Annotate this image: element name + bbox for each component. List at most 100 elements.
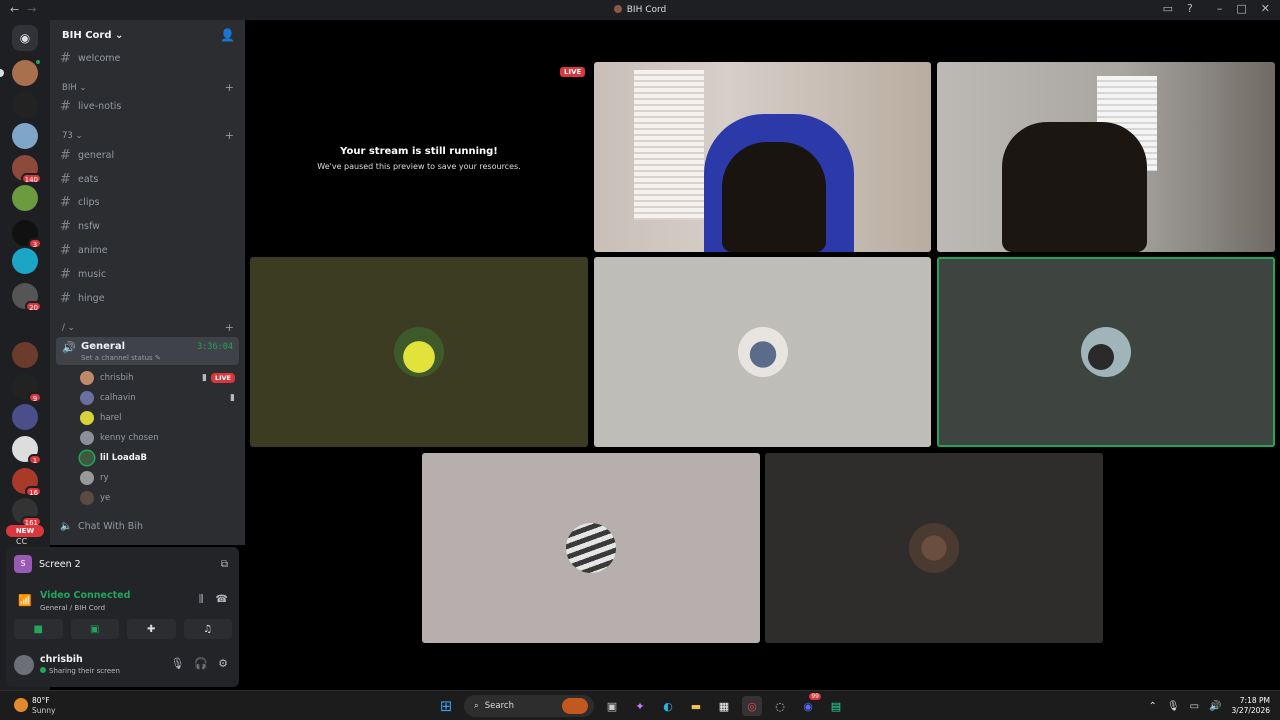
voice-user[interactable]: harel [80, 409, 235, 427]
avatar [1081, 327, 1131, 377]
add-channel-icon[interactable]: + [225, 81, 234, 94]
edge-icon[interactable]: ◐ [658, 696, 678, 716]
channel-anime[interactable]: # anime [60, 240, 240, 260]
noise-suppression-icon[interactable]: ⫼ [199, 594, 204, 605]
channel-eats[interactable]: # eats [60, 169, 240, 189]
add-channel-icon[interactable]: + [225, 129, 234, 142]
activities-button[interactable]: ✚ [127, 619, 176, 639]
server-icon[interactable] [12, 185, 38, 211]
voice-user[interactable]: ry [80, 469, 235, 487]
channel-sidebar: BIH Cord ⌄ 👤 # welcome BIH ⌄ + # live-notis… [50, 20, 245, 545]
hash-icon: # [60, 218, 71, 234]
channel-live-notis[interactable]: # live-notis [60, 96, 240, 116]
clock-date: 3/27/2026 [1231, 706, 1270, 715]
category-label: BIH [62, 83, 77, 93]
category-slash[interactable]: / ⌄ + [62, 321, 234, 334]
help-icon[interactable]: ? [1187, 2, 1193, 15]
channel-welcome[interactable]: # welcome [60, 48, 240, 68]
server-icon[interactable]: 140 [12, 155, 42, 184]
server-icon[interactable]: 20 [12, 283, 42, 312]
server-icon[interactable]: 9 [12, 374, 42, 403]
discord-home-icon[interactable]: ◉ [12, 25, 38, 51]
screen-share-button[interactable]: ▣ [70, 619, 119, 639]
camera-button[interactable]: ■ [14, 619, 63, 639]
stream-paused-tile[interactable]: Your stream is still running! We've paus… [250, 62, 588, 252]
weather-temp: 80°F [32, 696, 50, 705]
server-icon[interactable]: 16 [12, 468, 42, 497]
avatar[interactable] [14, 655, 34, 675]
video-tile-avatar-speaking[interactable] [937, 257, 1275, 447]
signal-icon[interactable]: 📶 [18, 594, 32, 607]
file-explorer-icon[interactable]: ▬ [686, 696, 706, 716]
inbox-icon[interactable]: ▭ [1163, 2, 1173, 15]
add-channel-icon[interactable]: + [225, 321, 234, 334]
server-icon[interactable] [12, 342, 38, 368]
video-tile-camera[interactable] [937, 62, 1275, 252]
video-tile-camera[interactable] [594, 62, 931, 252]
category-bih[interactable]: BIH ⌄ + [62, 81, 234, 94]
connection-location[interactable]: General / BIH Cord [40, 604, 105, 612]
voice-user[interactable]: kenny chosen [80, 429, 235, 447]
store-icon[interactable]: ▦ [714, 696, 734, 716]
app-icon[interactable]: ▤ [826, 696, 846, 716]
server-icon[interactable]: 1 [12, 436, 42, 465]
headphones-icon[interactable]: 🎧 [194, 657, 208, 670]
voice-user[interactable]: ye [80, 489, 235, 507]
clock[interactable]: 7:18 PM 3/27/2026 [1232, 696, 1270, 716]
add-user-icon[interactable]: 👤 [220, 28, 235, 42]
volume-icon[interactable]: 🔊 [1209, 701, 1221, 712]
voice-user[interactable]: chrisbih ▮ LIVE [80, 369, 235, 387]
voice-user[interactable]: calhavin ▮ [80, 389, 235, 407]
video-tile-avatar[interactable] [422, 453, 760, 643]
channel-status[interactable]: Set a channel status ✎ [81, 354, 161, 362]
microphone-icon[interactable]: 🎙 [1167, 701, 1180, 712]
screen-share-row[interactable]: S Screen 2 ⧉ [14, 555, 232, 573]
popout-icon[interactable]: ⧉ [221, 559, 228, 570]
channel-nsfw[interactable]: # nsfw [60, 216, 240, 236]
chevron-up-icon[interactable]: ⌃ [1149, 701, 1157, 712]
voice-channel-name: General [81, 341, 125, 352]
user-name[interactable]: chrisbih [40, 654, 83, 665]
channel-music[interactable]: # music [60, 264, 240, 284]
video-tile-avatar[interactable] [594, 257, 931, 447]
video-tile-avatar[interactable] [250, 257, 588, 447]
search-input[interactable]: ⌕ Search [464, 695, 594, 717]
close-button[interactable]: ✕ [1261, 2, 1270, 15]
disconnect-icon[interactable]: ☎ [216, 594, 228, 605]
voice-channel-general[interactable]: 🔊 General 3:36:04 Set a channel status ✎ [56, 337, 239, 365]
weather-widget[interactable]: 80°F Sunny [14, 696, 74, 716]
voice-channel-chat-with-bih[interactable]: 🔈 Chat With Bih [60, 516, 240, 536]
server-initials-icon[interactable]: CC [16, 537, 27, 546]
voice-user[interactable]: lil LoadaB [80, 449, 235, 467]
microphone-icon[interactable]: 🎙 [170, 657, 184, 670]
channel-general[interactable]: # general [60, 145, 240, 165]
server-icon[interactable] [12, 310, 38, 336]
channel-clips[interactable]: # clips [60, 192, 240, 212]
task-view-icon[interactable]: ▣ [602, 696, 622, 716]
discord-icon[interactable]: ◉ 99 [798, 693, 821, 716]
obs-icon[interactable]: ◌ [770, 696, 790, 716]
connection-label: Video Connected [40, 590, 131, 601]
server-icon[interactable] [12, 92, 38, 118]
minimize-button[interactable]: – [1217, 2, 1223, 15]
category-73[interactable]: 73 ⌄ + [62, 129, 234, 142]
channel-label: clips [78, 196, 100, 208]
server-icon[interactable] [12, 123, 38, 149]
server-icon[interactable] [12, 248, 38, 274]
system-tray: ⌃ 🎙 ▭ 🔊 7:18 PM 3/27/2026 [1149, 695, 1270, 717]
category-label: / [62, 323, 65, 333]
gear-icon[interactable]: ⚙ [218, 657, 228, 670]
network-icon[interactable]: ▭ [1190, 701, 1199, 712]
server-icon[interactable]: 3 [12, 220, 42, 249]
soundboard-button[interactable]: ♫ [183, 619, 232, 639]
server-icon[interactable]: 161 [12, 498, 42, 527]
video-tile-avatar[interactable] [765, 453, 1103, 643]
server-icon[interactable] [12, 404, 38, 430]
windows-start-icon[interactable]: ⊞ [436, 696, 456, 716]
server-header[interactable]: BIH Cord ⌄ 👤 [50, 20, 245, 50]
server-icon[interactable] [0, 58, 42, 86]
chrome-icon[interactable]: ◎ [742, 696, 762, 716]
copilot-icon[interactable]: ✦ [630, 696, 650, 716]
channel-hinge[interactable]: # hinge [60, 288, 240, 308]
maximize-button[interactable]: □ [1236, 2, 1246, 15]
